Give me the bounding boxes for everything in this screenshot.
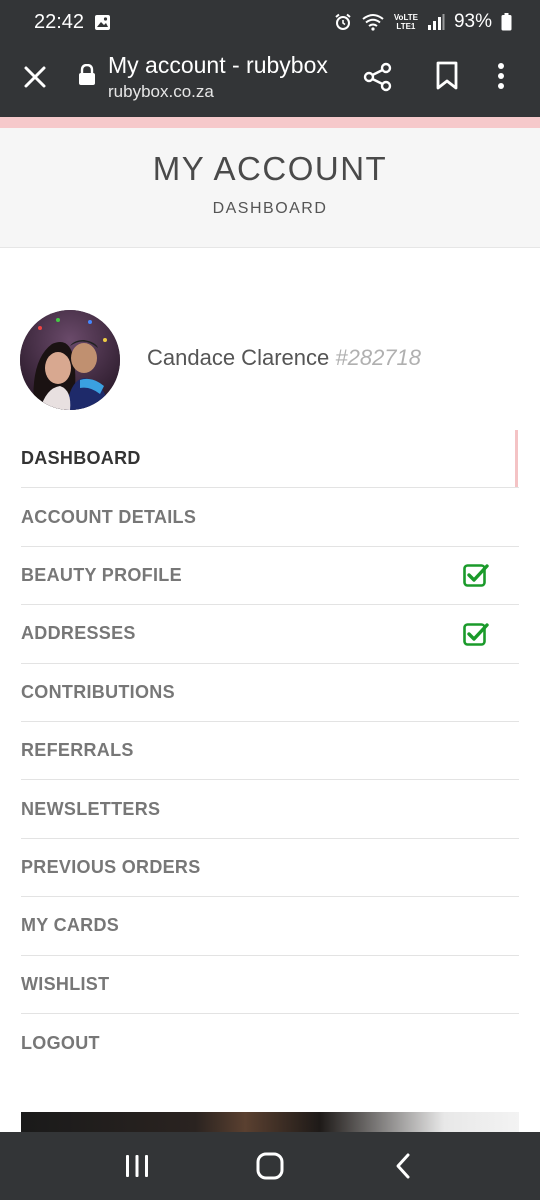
page-tab-title: My account - rubybox [108, 52, 328, 78]
page-url[interactable]: rubybox.co.za [108, 82, 214, 102]
recent-apps-icon[interactable] [107, 1136, 167, 1196]
status-time: 22:42 [34, 10, 85, 33]
site-header-strip [0, 117, 540, 128]
profile-id: #282718 [335, 345, 422, 370]
profile-name-line: Candace Clarence #282718 [147, 345, 421, 371]
menu-item-label: NEWSLETTERS [21, 798, 161, 819]
menu-item-wishlist[interactable]: WISHLIST [21, 956, 519, 1014]
account-menu: DASHBOARD ACCOUNT DETAILS BEAUTY PROFILE AD… [21, 430, 519, 1072]
menu-item-label: PREVIOUS ORDERS [21, 856, 201, 877]
browser-toolbar: My account - rubybox rubybox.co.za [0, 44, 540, 117]
menu-item-my-cards[interactable]: MY CARDS [21, 897, 519, 956]
signal-icon [427, 14, 445, 30]
bookmark-icon[interactable] [434, 61, 460, 96]
menu-item-label: LOGOUT [21, 1032, 100, 1053]
lock-icon [78, 63, 96, 91]
avatar [20, 310, 120, 410]
menu-item-label: WISHLIST [21, 973, 110, 994]
battery-icon [501, 13, 512, 31]
menu-item-logout[interactable]: LOGOUT [21, 1014, 519, 1072]
menu-item-addresses[interactable]: ADDRESSES [21, 605, 519, 664]
volte-label: VoLTE [393, 13, 418, 22]
alarm-icon [334, 13, 352, 31]
menu-item-label: ADDRESSES [21, 623, 136, 644]
profile-summary: Candace Clarence #282718 [20, 310, 520, 410]
close-icon[interactable] [18, 60, 52, 94]
page-title: MY ACCOUNT [152, 150, 388, 187]
gallery-notification-icon [94, 14, 111, 31]
menu-item-label: CONTRIBUTIONS [21, 681, 175, 702]
menu-item-account-details[interactable]: ACCOUNT DETAILS [21, 488, 519, 547]
menu-item-label: MY CARDS [21, 915, 120, 936]
system-nav-bar [0, 1132, 540, 1200]
volte-icon: VoLTE LTE1 [394, 13, 418, 31]
menu-item-label: BEAUTY PROFILE [21, 564, 182, 585]
page-header: MY ACCOUNT DASHBOARD [0, 128, 540, 248]
wifi-icon [361, 13, 385, 31]
menu-item-beauty-profile[interactable]: BEAUTY PROFILE [21, 547, 519, 606]
status-bar: 22:42 VoLTE LTE1 93% [0, 0, 540, 44]
profile-name: Candace Clarence [147, 345, 330, 370]
back-icon[interactable] [373, 1136, 433, 1196]
menu-item-newsletters[interactable]: NEWSLETTERS [21, 780, 519, 839]
menu-item-previous-orders[interactable]: PREVIOUS ORDERS [21, 839, 519, 898]
checkbox-checked-icon [463, 563, 489, 588]
menu-item-dashboard[interactable]: DASHBOARD [21, 430, 519, 489]
battery-percent: 93% [453, 11, 492, 32]
share-icon[interactable] [362, 61, 394, 98]
more-icon[interactable] [496, 61, 506, 96]
menu-item-label: REFERRALS [21, 740, 134, 761]
menu-item-label: DASHBOARD [21, 448, 141, 469]
menu-item-referrals[interactable]: REFERRALS [21, 722, 519, 781]
breadcrumb: DASHBOARD [212, 200, 328, 217]
home-icon[interactable] [240, 1136, 300, 1196]
menu-item-label: ACCOUNT DETAILS [21, 506, 197, 527]
menu-item-contributions[interactable]: CONTRIBUTIONS [21, 664, 519, 722]
network-label: LTE1 [396, 22, 416, 31]
checkbox-checked-icon [463, 622, 489, 646]
